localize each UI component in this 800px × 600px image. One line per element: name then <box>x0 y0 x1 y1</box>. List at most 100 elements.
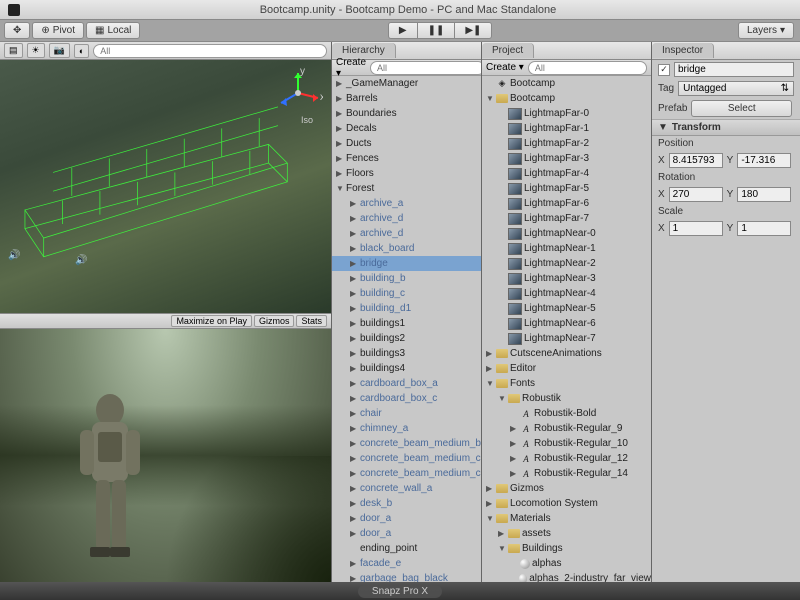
project-item[interactable]: Robustik-Bold <box>482 406 651 421</box>
stats-toggle[interactable]: Stats <box>296 315 327 327</box>
hierarchy-item[interactable]: ▶bridge <box>332 256 481 271</box>
hierarchy-item[interactable]: ▶building_d1 <box>332 301 481 316</box>
project-item[interactable]: LightmapFar-2 <box>482 136 651 151</box>
hierarchy-item[interactable]: ▶archive_d <box>332 211 481 226</box>
hierarchy-item[interactable]: ▶archive_d <box>332 226 481 241</box>
project-item[interactable]: ▼Robustik <box>482 391 651 406</box>
rotation-y-field[interactable] <box>737 187 791 202</box>
transform-tool-button[interactable]: ✥ <box>4 22 30 39</box>
hierarchy-item[interactable]: ▶door_a <box>332 526 481 541</box>
hierarchy-item[interactable]: ▶building_b <box>332 271 481 286</box>
project-item[interactable]: ▼Buildings <box>482 541 651 556</box>
scale-x-field[interactable] <box>669 221 723 236</box>
step-button[interactable]: ▶❚ <box>454 22 492 39</box>
orientation-gizmo[interactable]: xy <box>273 68 323 118</box>
project-search-input[interactable] <box>528 61 647 75</box>
position-x-field[interactable] <box>669 153 723 168</box>
position-y-field[interactable] <box>737 153 791 168</box>
gizmos-toggle[interactable]: Gizmos <box>254 315 295 327</box>
scale-y-field[interactable] <box>737 221 791 236</box>
project-item[interactable]: LightmapFar-3 <box>482 151 651 166</box>
gameobject-active-checkbox[interactable]: ✓ <box>658 64 670 76</box>
project-item[interactable]: LightmapNear-0 <box>482 226 651 241</box>
hierarchy-item[interactable]: ▶buildings1 <box>332 316 481 331</box>
hierarchy-item[interactable]: ▶Fences <box>332 151 481 166</box>
layers-dropdown[interactable]: Layers ▾ <box>738 22 794 39</box>
hierarchy-item[interactable]: ending_point <box>332 541 481 556</box>
shaded-mode-button[interactable]: ▤ <box>4 43 23 58</box>
project-item[interactable]: ▶Robustik-Regular_14 <box>482 466 651 481</box>
hierarchy-item[interactable]: ▶chair <box>332 406 481 421</box>
scene-search-input[interactable] <box>93 44 327 58</box>
project-item[interactable]: ▶Robustik-Regular_9 <box>482 421 651 436</box>
project-item[interactable]: ▶Gizmos <box>482 481 651 496</box>
hierarchy-item[interactable]: ▶Ducts <box>332 136 481 151</box>
project-item[interactable]: LightmapFar-7 <box>482 211 651 226</box>
project-item[interactable]: ▼Fonts <box>482 376 651 391</box>
project-item[interactable]: LightmapNear-6 <box>482 316 651 331</box>
gameobject-name-field[interactable] <box>674 62 794 77</box>
project-item[interactable]: alphas <box>482 556 651 571</box>
hierarchy-item[interactable]: ▶cardboard_box_c <box>332 391 481 406</box>
hierarchy-item[interactable]: ▶door_a <box>332 511 481 526</box>
hierarchy-item[interactable]: ▶building_c <box>332 286 481 301</box>
project-item[interactable]: LightmapFar-5 <box>482 181 651 196</box>
hierarchy-item[interactable]: ▶buildings4 <box>332 361 481 376</box>
tag-dropdown[interactable]: Untagged⇅ <box>678 81 794 96</box>
project-item[interactable]: ▼Materials <box>482 511 651 526</box>
hierarchy-item[interactable]: ▶archive_a <box>332 196 481 211</box>
hierarchy-search-input[interactable] <box>370 61 485 75</box>
hierarchy-item[interactable]: ▶Floors <box>332 166 481 181</box>
project-item[interactable]: ▶CutsceneAnimations <box>482 346 651 361</box>
hierarchy-item[interactable]: ▶black_board <box>332 241 481 256</box>
scene-view[interactable]: xy Iso 🔊 🔊 <box>0 60 331 313</box>
prefab-select-button[interactable]: Select <box>691 100 792 117</box>
local-button[interactable]: ▦Local <box>86 22 140 39</box>
game-view[interactable] <box>0 329 331 582</box>
project-item[interactable]: ▶Editor <box>482 361 651 376</box>
project-item[interactable]: alphas_2-industry_far_view <box>482 571 651 582</box>
hierarchy-item[interactable]: ▶buildings2 <box>332 331 481 346</box>
project-item[interactable]: LightmapNear-3 <box>482 271 651 286</box>
project-item[interactable]: LightmapNear-2 <box>482 256 651 271</box>
maximize-on-play-toggle[interactable]: Maximize on Play <box>171 315 252 327</box>
inspector-tab[interactable]: Inspector <box>652 43 714 58</box>
transform-header[interactable]: ▼ Transform <box>652 119 800 136</box>
hierarchy-item[interactable]: ▶_GameManager <box>332 76 481 91</box>
project-item[interactable]: ▶Robustik-Regular_12 <box>482 451 651 466</box>
project-item[interactable]: LightmapFar-0 <box>482 106 651 121</box>
project-item[interactable]: LightmapFar-6 <box>482 196 651 211</box>
pivot-button[interactable]: ⊕Pivot <box>32 22 84 39</box>
project-item[interactable]: ▶assets <box>482 526 651 541</box>
project-item[interactable]: LightmapNear-5 <box>482 301 651 316</box>
hierarchy-item[interactable]: ▶Decals <box>332 121 481 136</box>
project-item[interactable]: LightmapNear-4 <box>482 286 651 301</box>
play-button[interactable]: ▶ <box>388 22 417 39</box>
project-item[interactable]: ◈Bootcamp <box>482 76 651 91</box>
hierarchy-item[interactable]: ▼Forest <box>332 181 481 196</box>
audio-toggle[interactable]: 📷 <box>49 43 70 58</box>
pause-button[interactable]: ❚❚ <box>417 22 455 39</box>
project-item[interactable]: ▶Robustik-Regular_10 <box>482 436 651 451</box>
hierarchy-item[interactable]: ▶Boundaries <box>332 106 481 121</box>
project-tree[interactable]: ◈Bootcamp▼BootcampLightmapFar-0LightmapF… <box>482 76 651 582</box>
lighting-toggle[interactable]: ☀ <box>27 43 45 58</box>
project-item[interactable]: LightmapFar-1 <box>482 121 651 136</box>
hierarchy-tree[interactable]: ▶_GameManager▶Barrels▶Boundaries▶Decals▶… <box>332 76 481 582</box>
hierarchy-item[interactable]: ▶garbage_bag_black <box>332 571 481 582</box>
project-item[interactable]: ▶Locomotion System <box>482 496 651 511</box>
hierarchy-item[interactable]: ▶concrete_beam_medium_b <box>332 436 481 451</box>
hierarchy-item[interactable]: ▶desk_b <box>332 496 481 511</box>
hierarchy-item[interactable]: ▶facade_e <box>332 556 481 571</box>
project-create-button[interactable]: Create ▾ <box>486 62 524 73</box>
fx-toggle[interactable]: ◐ <box>74 44 89 58</box>
rotation-x-field[interactable] <box>669 187 723 202</box>
hierarchy-item[interactable]: ▶buildings3 <box>332 346 481 361</box>
hierarchy-item[interactable]: ▶cardboard_box_a <box>332 376 481 391</box>
hierarchy-item[interactable]: ▶Barrels <box>332 91 481 106</box>
project-item[interactable]: LightmapNear-7 <box>482 331 651 346</box>
project-item[interactable]: LightmapFar-4 <box>482 166 651 181</box>
project-item[interactable]: ▼Bootcamp <box>482 91 651 106</box>
hierarchy-item[interactable]: ▶concrete_beam_medium_c <box>332 466 481 481</box>
project-item[interactable]: LightmapNear-1 <box>482 241 651 256</box>
